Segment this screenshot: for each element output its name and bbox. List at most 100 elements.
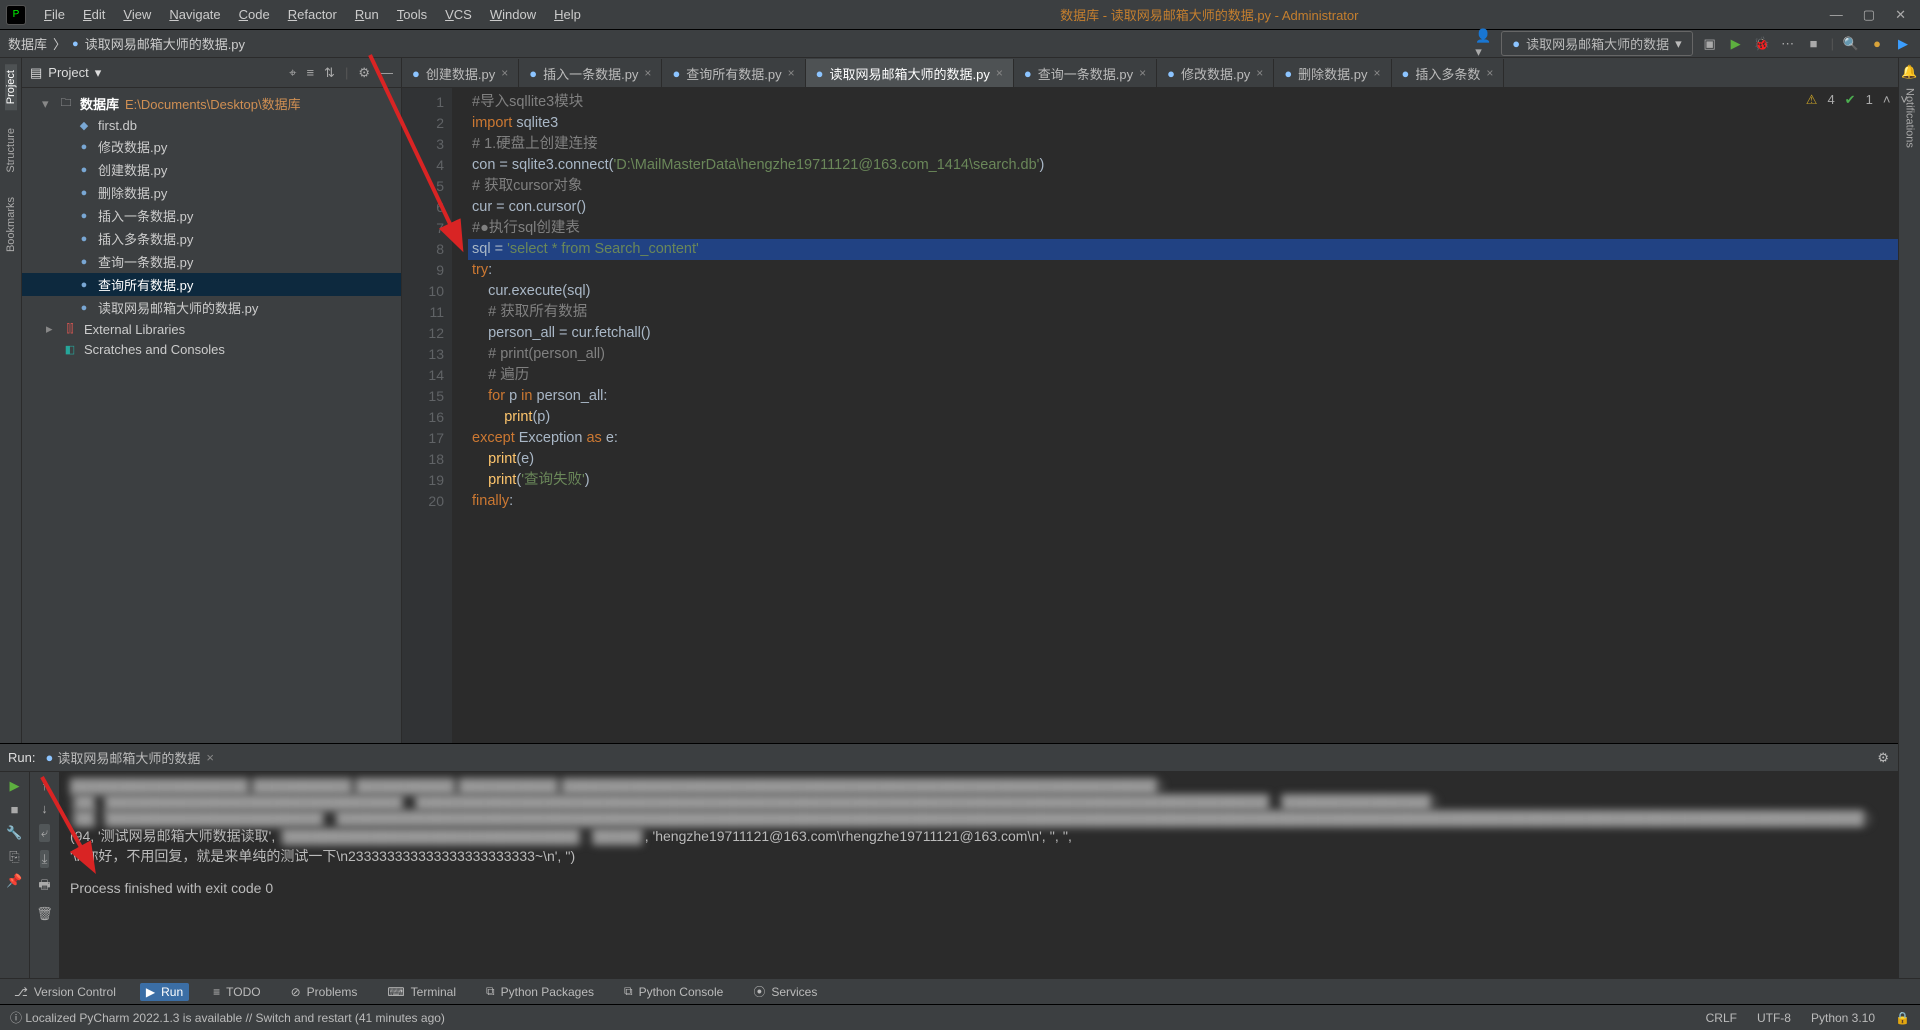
code-line[interactable]: print(e) bbox=[468, 449, 1920, 470]
code-line[interactable]: sql = 'select * from Search_content' bbox=[468, 239, 1920, 260]
bookmarks-tool-tab[interactable]: Bookmarks bbox=[5, 191, 17, 258]
code-line[interactable]: person_all = cur.fetchall() bbox=[468, 323, 1920, 344]
pin-icon[interactable]: 📌 bbox=[6, 873, 22, 889]
tree-file[interactable]: ●删除数据.py bbox=[22, 181, 401, 204]
up-icon[interactable]: ↑ bbox=[41, 778, 48, 793]
tool-tab-run[interactable]: ▶Run bbox=[140, 983, 189, 1001]
tool-tab-todo[interactable]: ≡TODO bbox=[207, 983, 266, 1001]
close-tab-icon[interactable]: × bbox=[1256, 66, 1263, 80]
tool-tab-problems[interactable]: ⊘Problems bbox=[285, 983, 364, 1001]
menu-tools[interactable]: Tools bbox=[389, 5, 435, 24]
run-tab[interactable]: 读取网易邮箱大师的数据 bbox=[57, 748, 200, 767]
menu-run[interactable]: Run bbox=[347, 5, 387, 24]
close-tab-icon[interactable]: × bbox=[1486, 66, 1493, 80]
tool-tab-terminal[interactable]: ⌨Terminal bbox=[381, 983, 462, 1001]
bell-icon[interactable]: 🔔 bbox=[1901, 64, 1917, 80]
close-tab-icon[interactable]: × bbox=[788, 66, 795, 80]
tree-file[interactable]: ◆first.db bbox=[22, 115, 401, 135]
code-line[interactable]: print(p) bbox=[468, 407, 1920, 428]
code-line[interactable]: con = sqlite3.connect('D:\MailMasterData… bbox=[468, 155, 1920, 176]
trash-icon[interactable]: 🗑 bbox=[36, 906, 53, 922]
editor-tab[interactable]: ●插入一条数据.py× bbox=[519, 59, 662, 87]
code-line[interactable]: except Exception as e: bbox=[468, 428, 1920, 449]
print-icon[interactable]: 🖶 bbox=[38, 876, 50, 898]
menu-refactor[interactable]: Refactor bbox=[280, 5, 345, 24]
soft-wrap-icon[interactable]: ⤶ bbox=[39, 824, 50, 842]
tool-tab-python-console[interactable]: ⧉Python Console bbox=[618, 982, 729, 1001]
tool-tab-python-packages[interactable]: ⧉Python Packages bbox=[480, 982, 600, 1001]
debug-button[interactable]: 🐞 bbox=[1753, 35, 1771, 53]
code-line[interactable]: cur.execute(sql) bbox=[468, 281, 1920, 302]
code-line[interactable]: print('查询失败') bbox=[468, 470, 1920, 491]
project-root[interactable]: ▾ 🗀 数据库 E:\Documents\Desktop\数据库 bbox=[22, 92, 401, 115]
menu-vcs[interactable]: VCS bbox=[437, 5, 480, 24]
editor-tab[interactable]: ●查询一条数据.py× bbox=[1014, 59, 1157, 87]
menu-window[interactable]: Window bbox=[482, 5, 544, 24]
tree-file[interactable]: ●插入多条数据.py bbox=[22, 227, 401, 250]
menu-code[interactable]: Code bbox=[231, 5, 278, 24]
menu-navigate[interactable]: Navigate bbox=[161, 5, 228, 24]
menu-help[interactable]: Help bbox=[546, 5, 589, 24]
interpreter[interactable]: Python 3.10 bbox=[1811, 1011, 1875, 1025]
ide-settings-icon[interactable]: ● bbox=[1868, 35, 1886, 53]
collapse-icon[interactable]: ⇅ bbox=[324, 65, 335, 81]
code-line[interactable]: #●执行sql创建表 bbox=[468, 218, 1920, 239]
search-icon[interactable]: 🔍 bbox=[1842, 35, 1860, 53]
close-tab-icon[interactable]: × bbox=[1139, 66, 1146, 80]
console-output[interactable]: ██████████████████ ██████████ ██████████… bbox=[60, 772, 1920, 978]
gear-icon[interactable]: ⚙ bbox=[358, 65, 370, 81]
external-libraries[interactable]: ▸ ⫿⫿ External Libraries bbox=[22, 319, 401, 339]
project-tool-tab[interactable]: Project bbox=[5, 64, 17, 110]
scratches[interactable]: ◧ Scratches and Consoles bbox=[22, 339, 401, 359]
close-button[interactable]: ✕ bbox=[1895, 7, 1906, 23]
close-tab-icon[interactable]: × bbox=[1374, 66, 1381, 80]
expand-icon[interactable]: ≡ bbox=[306, 65, 314, 81]
tree-file[interactable]: ●查询一条数据.py bbox=[22, 250, 401, 273]
tree-file[interactable]: ●修改数据.py bbox=[22, 135, 401, 158]
breadcrumb-file[interactable]: 读取网易邮箱大师的数据.py bbox=[85, 34, 245, 53]
breadcrumb-root[interactable]: 数据库 bbox=[8, 34, 47, 53]
close-tab-icon[interactable]: × bbox=[996, 66, 1003, 80]
tool-tab-version-control[interactable]: ⎇Version Control bbox=[8, 983, 122, 1001]
tree-file[interactable]: ●查询所有数据.py bbox=[22, 273, 401, 296]
maximize-button[interactable]: ▢ bbox=[1863, 7, 1875, 23]
code-line[interactable]: # 获取所有数据 bbox=[468, 302, 1920, 323]
editor-tab[interactable]: ●查询所有数据.py× bbox=[662, 59, 805, 87]
editor-tab[interactable]: ●读取网易邮箱大师的数据.py× bbox=[806, 59, 1014, 87]
breadcrumb[interactable]: 数据库 〉 ● 读取网易邮箱大师的数据.py bbox=[8, 34, 245, 53]
stop-button[interactable]: ■ bbox=[11, 802, 19, 817]
code-line[interactable]: # 获取cursor对象 bbox=[468, 176, 1920, 197]
status-message[interactable]: ⓘ Localized PyCharm 2022.1.3 is availabl… bbox=[10, 1009, 445, 1026]
run-button[interactable]: ▶ bbox=[1727, 35, 1745, 53]
menu-file[interactable]: File bbox=[36, 5, 73, 24]
stop-button[interactable]: ■ bbox=[1805, 35, 1823, 53]
hide-icon[interactable]: — bbox=[380, 65, 393, 81]
down-icon[interactable]: ↓ bbox=[41, 801, 48, 816]
encoding[interactable]: UTF-8 bbox=[1757, 1011, 1791, 1025]
menu-view[interactable]: View bbox=[115, 5, 159, 24]
code-line[interactable]: cur = con.cursor() bbox=[468, 197, 1920, 218]
line-separator[interactable]: CRLF bbox=[1706, 1011, 1737, 1025]
inspection-widget[interactable]: ⚠4 ✔1 ˄ ˅ bbox=[1806, 92, 1908, 108]
close-tab-icon[interactable]: × bbox=[501, 66, 508, 80]
lock-icon[interactable]: 🔒 bbox=[1895, 1011, 1910, 1025]
editor-tab[interactable]: ●创建数据.py× bbox=[402, 59, 519, 87]
code-line[interactable]: # 遍历 bbox=[468, 365, 1920, 386]
scroll-end-icon[interactable]: ⤓ bbox=[40, 850, 50, 868]
more-run-button[interactable]: ⋯ bbox=[1779, 35, 1797, 53]
code-line[interactable]: import sqlite3 bbox=[468, 113, 1920, 134]
chevron-down-icon[interactable]: ˅ bbox=[1900, 92, 1908, 108]
wrench-icon[interactable]: 🔧 bbox=[6, 825, 22, 841]
minimize-button[interactable]: — bbox=[1830, 7, 1843, 23]
gear-icon[interactable]: ⚙ bbox=[1877, 750, 1889, 766]
code-line[interactable]: try: bbox=[468, 260, 1920, 281]
code-line[interactable]: for p in person_all: bbox=[468, 386, 1920, 407]
code-line[interactable]: # print(person_all) bbox=[468, 344, 1920, 365]
run-anything-icon[interactable]: ▶ bbox=[1894, 35, 1912, 53]
chevron-down-icon[interactable]: ▾ bbox=[95, 65, 102, 81]
build-button[interactable]: ▣ bbox=[1701, 35, 1719, 53]
tree-file[interactable]: ●插入一条数据.py bbox=[22, 204, 401, 227]
structure-tool-tab[interactable]: Structure bbox=[5, 122, 17, 179]
exit-icon[interactable]: ⎘ bbox=[9, 849, 19, 865]
close-run-tab[interactable]: × bbox=[206, 750, 214, 765]
